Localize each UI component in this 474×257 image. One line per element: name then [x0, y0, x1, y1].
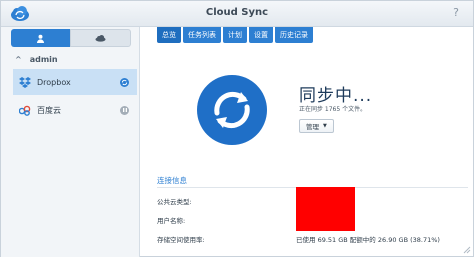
storage-usage-label: 存储空间使用率: [157, 236, 205, 244]
chevron-up-icon: ^ [15, 55, 22, 64]
sync-status-icon [197, 75, 267, 145]
help-icon[interactable]: ? [453, 6, 459, 19]
sidebar-item-baiduyun[interactable]: 百度云 [13, 97, 137, 123]
user-view-tab[interactable] [11, 29, 70, 47]
title-bar: Cloud Sync ? [1, 1, 473, 27]
cloud-icon [95, 34, 106, 42]
connection-info-title: 连接信息 [157, 176, 187, 185]
sidebar-item-label: Dropbox [37, 77, 71, 87]
redacted-block [296, 187, 355, 231]
manage-button[interactable]: 管理 ▼ [299, 119, 334, 133]
sidebar-view-switcher [11, 29, 131, 47]
sidebar-item-dropbox[interactable]: Dropbox [13, 69, 137, 95]
resize-grip-icon[interactable] [463, 246, 471, 254]
paused-status-icon [120, 105, 129, 115]
account-name: admin [29, 55, 58, 64]
sidebar-item-label: 百度云 [37, 105, 61, 115]
tab-bar: 总览 任务列表 计划 设置 历史记录 [157, 27, 315, 43]
main-panel: 总览 任务列表 计划 设置 历史记录 同步中... 正在同步 1765 个文件。… [141, 27, 474, 257]
window-title: Cloud Sync [205, 7, 269, 18]
cloud-view-tab[interactable] [70, 29, 131, 47]
user-icon [36, 34, 45, 43]
sync-status-subtitle: 正在同步 1765 个文件。 [299, 106, 367, 113]
cloud-type-label: 公共云类型: [157, 198, 192, 206]
storage-usage-value: 已使用 69.51 GB 配额中的 26.90 GB (38.71%) [296, 236, 440, 244]
tab-task-list[interactable]: 任务列表 [183, 27, 221, 43]
username-label: 用户名称: [157, 217, 186, 225]
manage-button-label: 管理 [306, 123, 319, 131]
cloud-sync-window: Cloud Sync ? ^ admin Dropbox 百度云 总览 任务列表… [0, 0, 474, 257]
baidu-cloud-icon [19, 105, 31, 116]
dropbox-icon [19, 76, 31, 88]
sync-status-title: 同步中... [299, 86, 373, 106]
caret-down-icon: ▼ [323, 123, 327, 129]
tab-settings[interactable]: 设置 [249, 27, 273, 43]
tab-overview[interactable]: 总览 [157, 27, 181, 43]
account-group-header[interactable]: ^ admin [15, 55, 58, 64]
sidebar: ^ admin Dropbox 百度云 [1, 27, 140, 257]
tab-history[interactable]: 历史记录 [275, 27, 313, 43]
tab-schedule[interactable]: 计划 [223, 27, 247, 43]
syncing-status-icon [120, 77, 129, 87]
